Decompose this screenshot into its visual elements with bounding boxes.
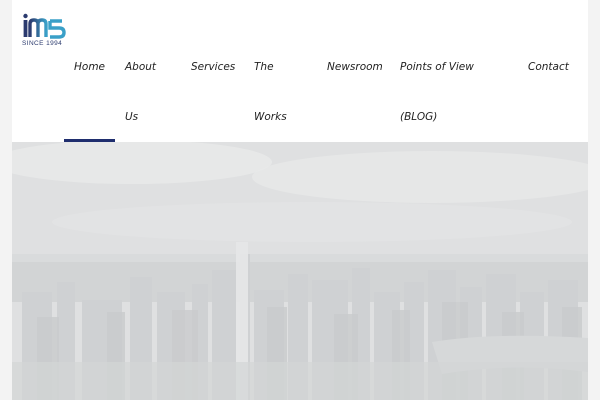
page-gutter-left [0, 0, 12, 400]
ims-logo-icon [23, 13, 66, 39]
nav-item-label: Us [125, 111, 139, 123]
nav-item-label: Home [74, 61, 106, 73]
nav-item-newsroom[interactable]: Newsroom [327, 42, 383, 92]
nav-item-contact[interactable]: Contact [528, 42, 569, 92]
page: SINCE 1994 Home About Us Services The Wo… [0, 0, 600, 400]
nav-item-label: Services [191, 61, 236, 73]
nav-active-indicator [64, 139, 115, 142]
nav-item-label: About [125, 61, 157, 73]
nav-item-label: The [254, 61, 274, 73]
site-header: SINCE 1994 Home About Us Services The Wo… [12, 0, 588, 142]
site-logo[interactable]: SINCE 1994 [22, 12, 70, 50]
city-skyline-image [12, 142, 588, 400]
nav-item-about-us[interactable]: About Us [125, 42, 156, 142]
page-gutter-right [588, 0, 600, 400]
nav-item-label: Contact [528, 61, 569, 73]
nav-item-services[interactable]: Services [191, 42, 235, 92]
nav-item-the-works[interactable]: The Works [254, 42, 287, 142]
logo-tagline: SINCE 1994 [22, 40, 63, 47]
nav-item-label: Works [254, 111, 287, 123]
hero-banner [12, 142, 588, 400]
nav-item-points-of-view-blog[interactable]: Points of View (BLOG) [400, 42, 474, 142]
nav-item-label: Newsroom [327, 61, 383, 73]
nav-item-label: Points of View [400, 61, 474, 73]
nav-item-label: (BLOG) [400, 111, 438, 123]
nav-item-home[interactable]: Home [74, 42, 105, 92]
